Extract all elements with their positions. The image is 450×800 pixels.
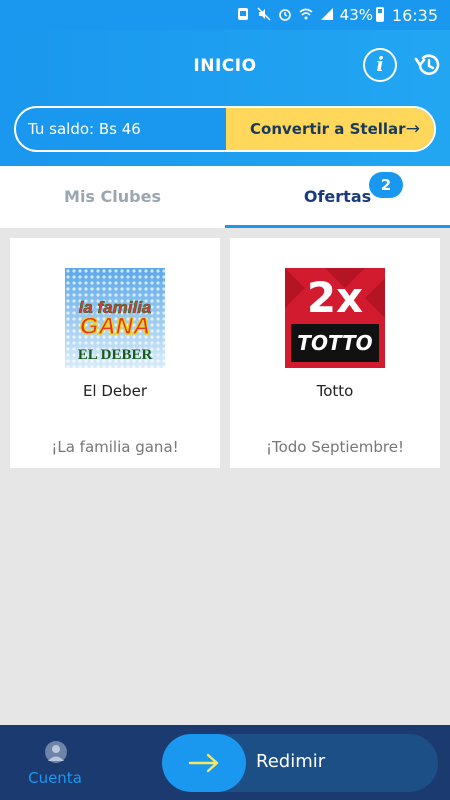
account-button[interactable]: Cuenta xyxy=(10,725,100,800)
offer-card-el-deber[interactable]: la familia GANA EL DEBER El Deber ¡La fa… xyxy=(10,238,220,468)
tab-mis-clubes[interactable]: Mis Clubes xyxy=(0,166,225,228)
mute-icon xyxy=(257,7,271,21)
clock: 16:35 xyxy=(391,6,438,25)
redeem-button[interactable]: Redimir xyxy=(162,734,438,792)
balance-bar: Tu saldo: Bs 46 Convertir a Stellar → xyxy=(14,106,436,152)
offer-name: El Deber xyxy=(82,382,148,400)
offer-card-totto[interactable]: 2x TOTTO Totto ¡Todo Septiembre! xyxy=(230,238,440,468)
offer-name: Totto xyxy=(316,382,354,400)
info-icon[interactable]: i xyxy=(363,48,397,82)
logo-line-1: 2x xyxy=(307,273,363,322)
battery-percent: 43% xyxy=(339,6,373,24)
redeem-arrow-circle xyxy=(162,734,246,792)
user-icon xyxy=(45,741,67,763)
totto-logo: 2x TOTTO xyxy=(285,268,385,368)
battery-icon xyxy=(376,7,384,22)
wifi-icon xyxy=(299,8,313,20)
arrow-right-icon xyxy=(188,753,219,773)
logo-line-3: EL DEBER xyxy=(78,347,153,363)
history-icon[interactable] xyxy=(413,50,443,80)
bottom-nav: Cuenta Redimir xyxy=(0,725,450,800)
redeem-label: Redimir xyxy=(256,751,326,772)
convert-label: Convertir a Stellar xyxy=(250,120,406,138)
alarm-icon xyxy=(279,9,291,21)
account-label: Cuenta xyxy=(28,769,82,787)
arrow-right-icon: → xyxy=(405,119,420,139)
ofertas-count-badge: 2 xyxy=(369,172,403,198)
status-bar: 43% 16:35 xyxy=(0,0,450,30)
signal-icon xyxy=(321,8,333,20)
balance-label: Tu saldo: Bs 46 xyxy=(28,120,141,138)
header: INICIO i Tu saldo: Bs 46 Convertir a Ste… xyxy=(0,30,450,166)
active-tab-indicator xyxy=(225,225,450,228)
offer-description: ¡Todo Septiembre! xyxy=(265,438,405,456)
logo-line-2: TOTTO xyxy=(297,331,372,355)
notification-icon xyxy=(238,8,248,20)
convert-to-stellar-button[interactable]: Convertir a Stellar → xyxy=(226,108,434,150)
logo-line-2: GANA xyxy=(80,313,151,340)
offer-description: ¡La familia gana! xyxy=(51,438,179,456)
status-icons xyxy=(236,7,334,21)
tab-ofertas[interactable]: Ofertas xyxy=(225,166,450,228)
el-deber-logo: la familia GANA EL DEBER xyxy=(65,268,165,368)
